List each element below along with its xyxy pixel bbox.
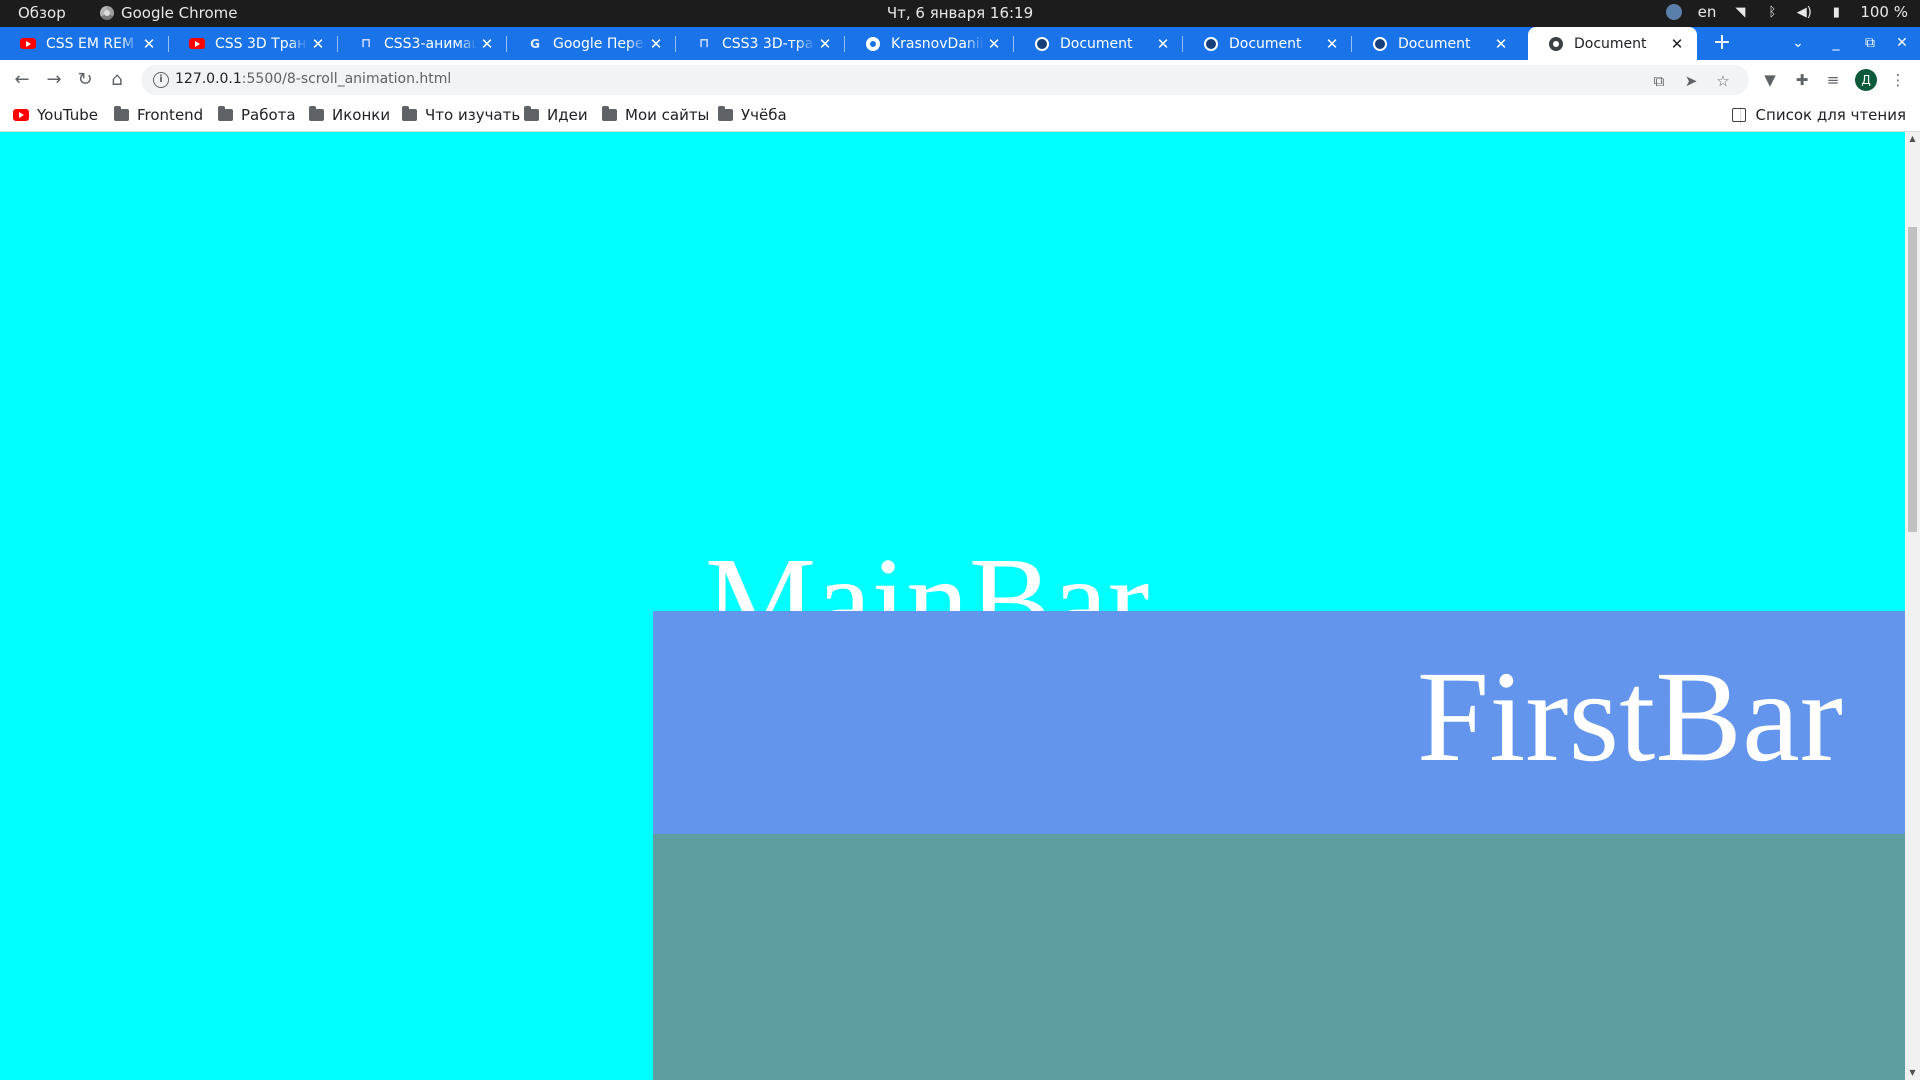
home-icon[interactable]: ⌂ [103,66,131,94]
status-globe-icon[interactable] [1665,3,1682,21]
system-tray[interactable]: en ◥ ᛒ ◀) ▮ 100 % [1665,3,1908,21]
tab-title: Document [1060,35,1133,52]
tab-search-icon[interactable]: ⌄ [1784,27,1812,60]
first-bar-title: FirstBar [1416,645,1843,789]
scroll-up-icon[interactable]: ▲ [1905,132,1920,146]
tab-title: CSS 3D Трансформ [215,35,308,52]
close-icon[interactable]: ✕ [1491,35,1511,53]
forward-icon[interactable]: → [40,66,68,94]
tab-document-3[interactable]: Document ✕ [1352,27,1521,60]
tab-title: CSS EM REM и пр [46,35,139,52]
bookmarks-bar: YouTube Frontend Работа Иконки Что изуча… [0,99,1920,132]
tab-document-active[interactable]: Document ✕ [1528,27,1697,60]
tab-title: KrasnovDaniil1 [891,35,984,52]
scrollbar-thumb[interactable] [1908,227,1917,532]
tab-css3-3d-transforms[interactable]: ⊓ CSS3 3D-трансф ✕ [676,27,845,60]
media-control-icon[interactable]: ≡ [1823,70,1843,90]
globe-icon [1034,36,1050,52]
reload-icon[interactable]: ↻ [71,66,99,94]
close-icon[interactable]: ✕ [308,35,328,53]
folder-icon [114,106,129,121]
browser-toolbar: ← → ↻ ⌂ i 127.0.0.1:5500/8-scroll_animat… [0,60,1920,99]
youtube-icon [20,36,36,52]
globe-icon [1372,36,1388,52]
first-bar: FirstBar [653,611,1905,834]
close-icon[interactable]: ✕ [1667,35,1687,53]
second-bar [653,834,1905,1080]
address-bar[interactable]: i 127.0.0.1:5500/8-scroll_animation.html… [141,65,1749,95]
folder-icon [718,106,733,121]
new-tab-button[interactable]: + [1708,27,1736,60]
folder-icon [218,106,233,121]
extension-v-icon[interactable]: ▼ [1760,70,1780,90]
tab-google-translate[interactable]: G Google Переводчик ✕ [507,27,676,60]
keyboard-layout[interactable]: en [1698,3,1717,21]
os-top-panel: Обзор Google Chrome Чт, 6 января 16:19 e… [0,0,1920,27]
extensions-puzzle-icon[interactable]: ✚ [1792,70,1812,90]
tab-github[interactable]: KrasnovDaniil1 ✕ [845,27,1014,60]
clock[interactable]: Чт, 6 января 16:19 [0,4,1920,22]
avatar[interactable]: Д [1855,69,1877,91]
tab-css3-animations[interactable]: ⊓ CSS3-анимации ✕ [338,27,507,60]
battery-percent: 100 % [1860,3,1908,21]
folder-icon [602,106,617,121]
url-text[interactable]: 127.0.0.1:5500/8-scroll_animation.html [175,71,451,87]
tab-css-3d[interactable]: CSS 3D Трансформ ✕ [169,27,338,60]
bookmark-folder-study[interactable]: Учёба [718,106,787,124]
tab-document-2[interactable]: Document ✕ [1183,27,1352,60]
folder-icon [402,106,417,121]
bluetooth-icon[interactable]: ᛒ [1764,3,1780,21]
tab-document-1[interactable]: Document ✕ [1014,27,1183,60]
tab-title: Document [1574,35,1647,52]
close-window-icon[interactable]: ✕ [1888,27,1916,60]
site-info-icon[interactable]: i [153,72,169,88]
menu-icon[interactable]: ⋮ [1888,70,1908,90]
scroll-down-icon[interactable]: ▼ [1905,1066,1920,1080]
wifi-icon[interactable]: ◥ [1732,3,1748,21]
github-icon [865,36,881,52]
tab-title: CSS3 3D-трансф [722,35,815,52]
htmlacademy-icon: ⊓ [698,36,710,51]
page-scrollbar[interactable]: ▲ ▼ [1905,132,1920,1080]
folder-icon [309,106,324,121]
folder-icon [524,106,539,121]
page-viewport: MainBar FirstBar [0,132,1905,1080]
bookmark-folder-work[interactable]: Работа [218,106,296,124]
close-icon[interactable]: ✕ [477,35,497,53]
globe-icon [1203,36,1219,52]
restore-icon[interactable]: ⧉ [1856,27,1884,60]
battery-icon[interactable]: ▮ [1828,3,1844,21]
tab-css-em-rem[interactable]: CSS EM REM и пр ✕ [0,27,169,60]
minimize-icon[interactable]: _ [1822,27,1850,60]
tab-title: Google Переводчик [553,35,646,52]
tab-strip: CSS EM REM и пр ✕ CSS 3D Трансформ ✕ ⊓ C… [0,27,1920,60]
bookmark-youtube[interactable]: YouTube [13,106,98,124]
youtube-icon [189,36,205,52]
reading-list-button[interactable]: Список для чтения [1731,106,1906,124]
close-icon[interactable]: ✕ [1153,35,1173,53]
bookmark-star-icon[interactable]: ☆ [1713,71,1733,91]
close-icon[interactable]: ✕ [646,35,666,53]
bookmark-folder-to-learn[interactable]: Что изучать [402,106,520,124]
htmlacademy-icon: ⊓ [360,36,372,51]
back-icon[interactable]: ← [8,66,36,94]
send-icon[interactable]: ➤ [1681,71,1701,91]
google-translate-icon: G [530,36,540,51]
close-icon[interactable]: ✕ [984,35,1004,53]
youtube-icon [13,109,29,121]
reading-list-icon [1731,108,1746,122]
bookmark-folder-ideas[interactable]: Идеи [524,106,588,124]
tab-title: Document [1229,35,1302,52]
close-icon[interactable]: ✕ [815,35,835,53]
close-icon[interactable]: ✕ [139,35,159,53]
bookmark-folder-my-sites[interactable]: Мои сайты [602,106,709,124]
tab-title: CSS3-анимации [384,35,477,52]
close-icon[interactable]: ✕ [1322,35,1342,53]
globe-icon [1548,36,1564,52]
tab-title: Document [1398,35,1471,52]
volume-icon[interactable]: ◀) [1796,3,1812,21]
translate-icon[interactable]: ⧉ [1649,71,1669,91]
bookmark-folder-icons[interactable]: Иконки [309,106,390,124]
bookmark-folder-frontend[interactable]: Frontend [114,106,203,124]
